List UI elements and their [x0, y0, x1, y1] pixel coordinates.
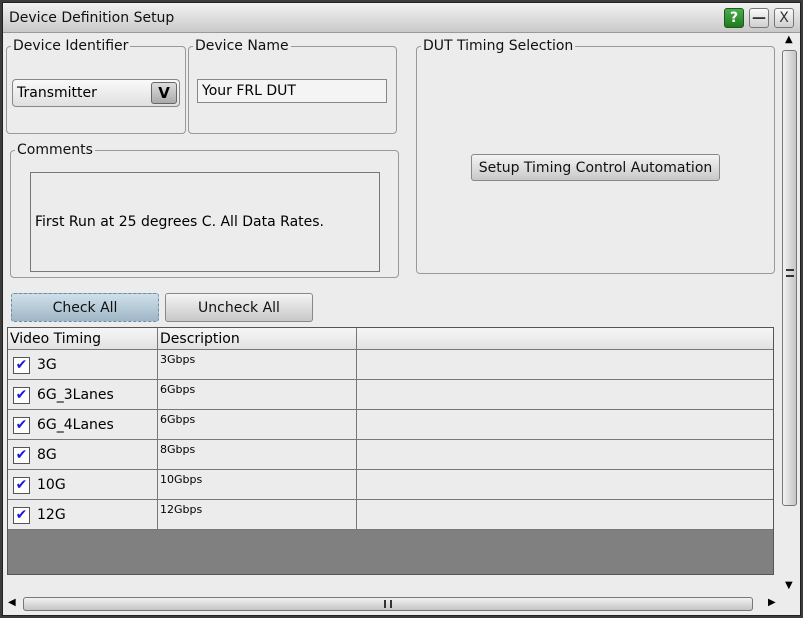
help-button[interactable]: ? — [724, 8, 744, 28]
vertical-scrollbar[interactable]: ▲ ▼ — [781, 34, 799, 598]
scroll-down-icon[interactable]: ▼ — [785, 580, 793, 591]
description-cell: 6Gbps — [158, 380, 357, 410]
row-checkbox[interactable]: ✔ — [13, 447, 30, 464]
video-timing-name: 6G_4Lanes — [37, 417, 114, 433]
video-timing-name: 12G — [37, 507, 66, 523]
device-name-label: Device Name — [193, 38, 291, 54]
dut-timing-group: DUT Timing Selection Setup Timing Contro… — [416, 38, 775, 274]
video-timing-cell: ✔ 8G — [8, 440, 158, 470]
device-identifier-group: Device Identifier Transmitter V — [6, 38, 186, 134]
row-checkbox[interactable]: ✔ — [13, 417, 30, 434]
table-row[interactable]: ✔ 12G 12Gbps — [8, 500, 773, 530]
row-checkbox[interactable]: ✔ — [13, 357, 30, 374]
video-timing-name: 8G — [37, 447, 57, 463]
dut-timing-label: DUT Timing Selection — [421, 38, 576, 54]
scroll-right-icon[interactable]: ▶ — [768, 597, 776, 608]
grip-icon — [384, 600, 392, 608]
uncheck-all-button[interactable]: Uncheck All — [165, 293, 313, 322]
empty-cell — [357, 350, 773, 380]
row-checkbox[interactable]: ✔ — [13, 477, 30, 494]
video-timing-cell: ✔ 10G — [8, 470, 158, 500]
video-timing-name: 10G — [37, 477, 66, 493]
row-checkbox[interactable]: ✔ — [13, 387, 30, 404]
row-checkbox[interactable]: ✔ — [13, 507, 30, 524]
comments-textarea[interactable]: First Run at 25 degrees C. All Data Rate… — [30, 172, 380, 272]
vertical-scroll-thumb[interactable] — [782, 50, 797, 506]
video-timing-cell: ✔ 12G — [8, 500, 158, 530]
empty-cell — [357, 410, 773, 440]
video-timing-cell: ✔ 3G — [8, 350, 158, 380]
table-row[interactable]: ✔ 6G_3Lanes 6Gbps — [8, 380, 773, 410]
video-timing-name: 3G — [37, 357, 57, 373]
empty-cell — [357, 470, 773, 500]
table-row[interactable]: ✔ 10G 10Gbps — [8, 470, 773, 500]
empty-cell — [357, 500, 773, 530]
title-bar[interactable]: Device Definition Setup ? — X — [3, 3, 800, 33]
close-button[interactable]: X — [774, 8, 794, 28]
scroll-left-icon[interactable]: ◀ — [8, 597, 16, 608]
device-identifier-label: Device Identifier — [11, 38, 131, 54]
chevron-down-icon[interactable]: V — [151, 82, 177, 104]
video-timing-table: Video Timing Description ✔ 3G 3Gbps ✔ 6G… — [7, 327, 774, 575]
description-cell: 6Gbps — [158, 410, 357, 440]
horizontal-scroll-thumb[interactable] — [23, 597, 753, 611]
horizontal-scrollbar[interactable]: ◀ ▶ — [6, 596, 781, 612]
header-description[interactable]: Description — [158, 328, 357, 350]
setup-timing-automation-button[interactable]: Setup Timing Control Automation — [471, 154, 720, 181]
description-cell: 8Gbps — [158, 440, 357, 470]
video-timing-cell: ✔ 6G_4Lanes — [8, 410, 158, 440]
table-row[interactable]: ✔ 6G_4Lanes 6Gbps — [8, 410, 773, 440]
empty-cell — [357, 380, 773, 410]
device-definition-window: Device Definition Setup ? — X Device Ide… — [2, 2, 801, 616]
header-extra — [357, 328, 773, 350]
empty-cell — [357, 440, 773, 470]
video-timing-name: 6G_3Lanes — [37, 387, 114, 403]
grip-icon — [786, 269, 794, 277]
device-identifier-value: Transmitter — [17, 85, 97, 101]
description-cell: 3Gbps — [158, 350, 357, 380]
table-row[interactable]: ✔ 8G 8Gbps — [8, 440, 773, 470]
video-timing-cell: ✔ 6G_3Lanes — [8, 380, 158, 410]
comments-label: Comments — [15, 142, 95, 158]
device-name-input[interactable]: Your FRL DUT — [197, 79, 387, 103]
device-identifier-dropdown[interactable]: Transmitter V — [12, 79, 180, 107]
description-cell: 10Gbps — [158, 470, 357, 500]
description-cell: 12Gbps — [158, 500, 357, 530]
device-name-group: Device Name Your FRL DUT — [188, 38, 397, 134]
header-video-timing[interactable]: Video Timing — [8, 328, 158, 350]
comments-group: Comments First Run at 25 degrees C. All … — [10, 142, 399, 278]
check-all-button[interactable]: Check All — [11, 293, 159, 322]
window-title: Device Definition Setup — [9, 10, 175, 26]
scroll-up-icon[interactable]: ▲ — [785, 34, 793, 45]
minimize-button[interactable]: — — [749, 8, 769, 28]
table-header: Video Timing Description — [8, 328, 773, 350]
table-row[interactable]: ✔ 3G 3Gbps — [8, 350, 773, 380]
